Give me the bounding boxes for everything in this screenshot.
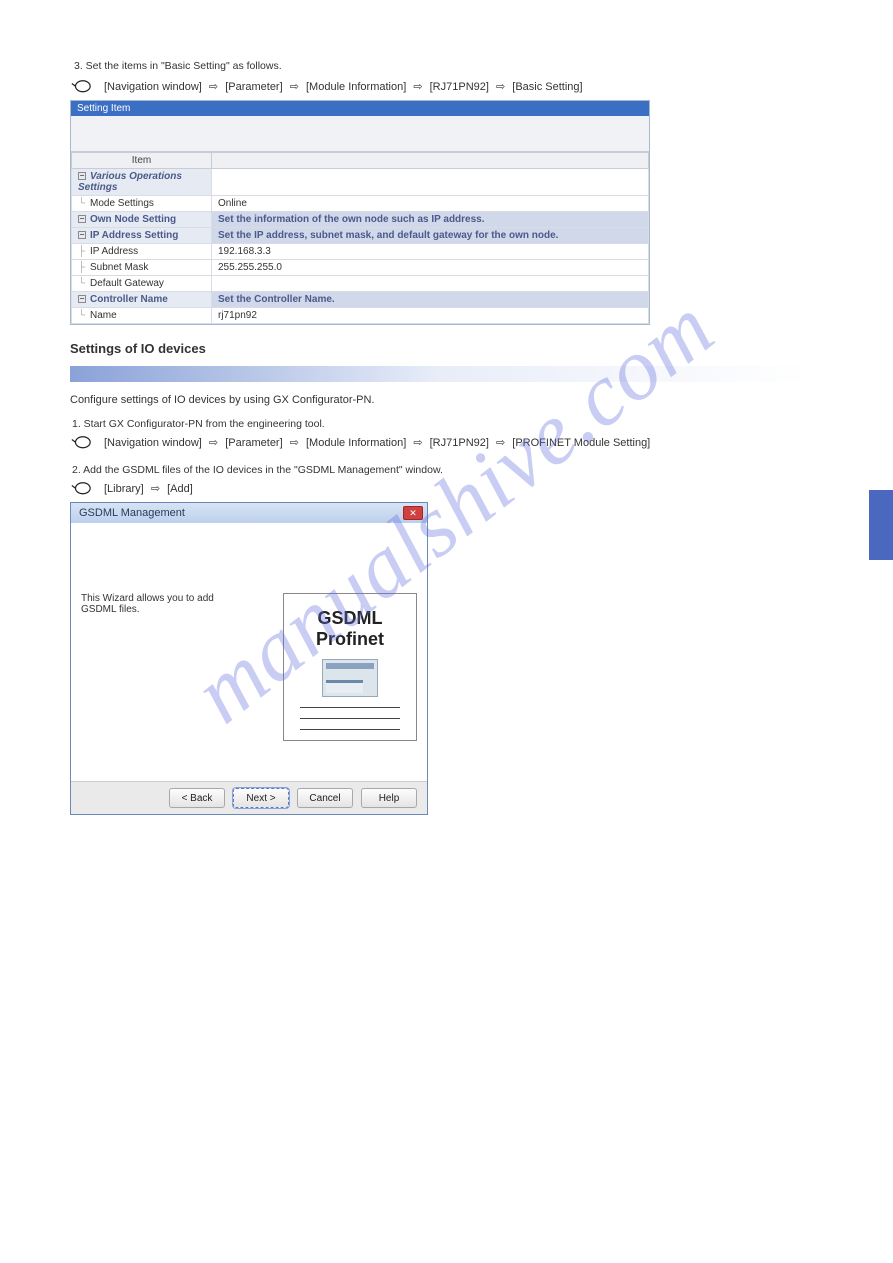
mouse-icon (70, 434, 92, 450)
col-value (212, 153, 649, 169)
mouse-icon (70, 78, 92, 94)
wizard-text: This Wizard allows you to add GSDML file… (81, 593, 231, 615)
step-3-text: 3. Set the items in "Basic Setting" as f… (74, 60, 823, 72)
collapse-icon[interactable]: − (78, 295, 86, 303)
side-tab (869, 490, 893, 560)
step-4a-text: 1. Start GX Configurator-PN from the eng… (72, 418, 823, 430)
row-gateway[interactable]: └Default Gateway (72, 276, 649, 292)
collapse-icon[interactable]: − (78, 215, 86, 223)
collapse-icon[interactable]: − (78, 172, 86, 180)
row-ctrl-name: −Controller Name Set the Controller Name… (72, 292, 649, 308)
dialog-button-row: < Back Next > Cancel Help (71, 781, 427, 814)
settings-panel-title: Setting Item (71, 101, 649, 116)
dialog-body: This Wizard allows you to add GSDML file… (71, 523, 427, 781)
device-illustration-icon (322, 659, 378, 697)
card-line (300, 718, 400, 719)
gsdml-card: GSDML Profinet (283, 593, 417, 741)
next-button[interactable]: Next > (233, 788, 289, 808)
section-desc: Configure settings of IO devices by usin… (70, 394, 823, 406)
card-line1: GSDML (318, 608, 383, 628)
dialog-title-text: GSDML Management (79, 507, 185, 519)
section-bar (70, 366, 810, 382)
row-various: −Various Operations Settings (72, 169, 649, 196)
settings-table: Item −Various Operations Settings └Mode … (71, 152, 649, 324)
gsdml-dialog: GSDML Management ✕ This Wizard allows yo… (70, 502, 428, 815)
card-line (300, 707, 400, 708)
settings-panel: Setting Item Item −Various Operations Se… (70, 100, 650, 325)
card-line2: Profinet (316, 629, 384, 649)
row-own-node: −Own Node Setting Set the information of… (72, 212, 649, 228)
row-ip-setting: −IP Address Setting Set the IP address, … (72, 228, 649, 244)
row-ip[interactable]: ├IP Address 192.168.3.3 (72, 244, 649, 260)
step-4b-path: [Library] ⇨ [Add] (104, 482, 193, 495)
help-button[interactable]: Help (361, 788, 417, 808)
section-heading-io-devices: Settings of IO devices (70, 341, 823, 356)
back-button[interactable]: < Back (169, 788, 225, 808)
close-icon[interactable]: ✕ (403, 506, 423, 520)
cancel-button[interactable]: Cancel (297, 788, 353, 808)
col-item: Item (72, 153, 212, 169)
settings-toolbar-area (71, 116, 649, 152)
row-subnet[interactable]: ├Subnet Mask 255.255.255.0 (72, 260, 649, 276)
table-header-row: Item (72, 153, 649, 169)
row-mode[interactable]: └Mode Settings Online (72, 196, 649, 212)
step-4b-text: 2. Add the GSDML files of the IO devices… (72, 464, 823, 476)
card-line (300, 729, 400, 730)
dialog-title-bar: GSDML Management ✕ (71, 503, 427, 523)
step-4a-path: [Navigation window] ⇨ [Parameter] ⇨ [Mod… (104, 436, 650, 449)
collapse-icon[interactable]: − (78, 231, 86, 239)
mouse-icon (70, 480, 92, 496)
step-3-path: [Navigation window] ⇨ [Parameter] ⇨ [Mod… (104, 80, 583, 93)
row-name[interactable]: └Name rj71pn92 (72, 308, 649, 324)
